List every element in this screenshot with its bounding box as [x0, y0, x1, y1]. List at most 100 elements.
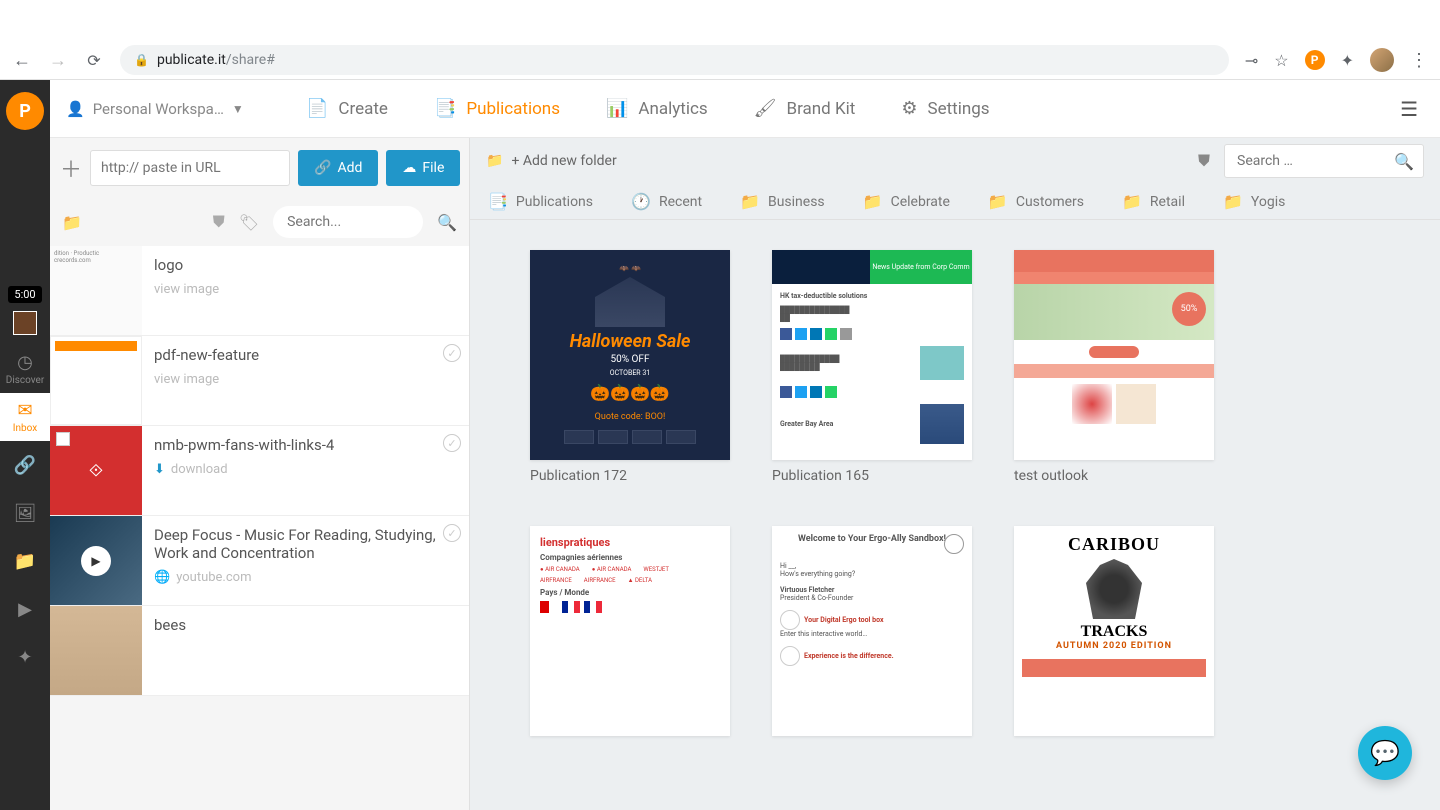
folder-tab-business[interactable]: 📁Business	[740, 192, 825, 211]
search-icon[interactable]: 🔍	[1394, 152, 1414, 171]
folder-tab-yogis[interactable]: 📁Yogis	[1223, 192, 1285, 211]
forward-button[interactable]: →	[48, 50, 68, 70]
list-item[interactable]: ⟐ nmb-pwm-fans-with-links-4 ⬇download ✓	[50, 426, 469, 516]
nav-settings[interactable]: ⚙Settings	[901, 98, 989, 119]
timer-badge: 5:00	[8, 286, 41, 303]
filter-icon[interactable]: ⛊	[213, 212, 225, 232]
publication-card[interactable]: 🦇 🦇 Halloween Sale 50% OFF OCTOBER 31 🎃🎃…	[530, 250, 730, 484]
folder-icon: 📁	[863, 192, 883, 211]
rail-images[interactable]: 🖼	[0, 489, 50, 537]
url-text: publicate.it/share#	[157, 52, 275, 68]
app-logo[interactable]: P	[6, 92, 44, 130]
item-subtitle: ⬇download	[154, 462, 457, 477]
card-thumbnail: CARIBOU TRACKS AUTUMN 2020 EDITION	[1014, 526, 1214, 736]
main-area: ＋ 🔗Add ☁File 📁 ⛊ 🏷 🔍 dition · Producticc…	[50, 138, 1440, 810]
list-item[interactable]: ▶ Deep Focus - Music For Reading, Studyi…	[50, 516, 469, 606]
check-icon[interactable]: ✓	[443, 524, 461, 542]
publication-card[interactable]: Welcome to Your Ergo-Ally Sandbox! Hi __…	[772, 526, 972, 736]
list-item[interactable]: dition · Producticcrecords.com logo view…	[50, 246, 469, 336]
app-topbar: 👤 Personal Workspa… ▼ 📄Create 📑Publicati…	[50, 80, 1440, 138]
profile-avatar[interactable]	[1370, 48, 1394, 72]
publication-card[interactable]: lienspratiques Compagnies aériennes ● AI…	[530, 526, 730, 736]
add-button[interactable]: 🔗Add	[298, 150, 378, 186]
publication-card[interactable]: 50% test outlook	[1014, 250, 1214, 484]
rail-inbox[interactable]: ✉Inbox	[0, 393, 50, 441]
folder-tab-customers[interactable]: 📁Customers	[988, 192, 1084, 211]
bookmark-star-icon[interactable]: ☆	[1274, 51, 1288, 70]
folder-icon[interactable]: 📁	[62, 213, 82, 232]
app-body: P 5:00 ◷Discover ✉Inbox 🔗 🖼 📁 ▶ ✦ ＋ 🔗Add…	[0, 80, 1440, 810]
publication-card[interactable]: CARIBOU TRACKS AUTUMN 2020 EDITION	[1014, 526, 1214, 736]
item-thumbnail	[50, 336, 142, 425]
rail-files[interactable]: 📁	[0, 537, 50, 585]
item-subtitle: 🌐youtube.com	[154, 570, 457, 585]
video-icon: ▶	[18, 599, 32, 620]
chat-bubble-icon: 💬	[1370, 739, 1400, 767]
folder-icon: 📁	[1223, 192, 1243, 211]
workspace-label: Personal Workspa…	[93, 100, 224, 118]
filter-icon[interactable]: ⛊	[1198, 151, 1210, 171]
rail-discover[interactable]: ◷Discover	[0, 345, 50, 393]
reload-button[interactable]: ⟳	[84, 50, 104, 70]
chrome-menu-icon[interactable]: ⋮	[1410, 50, 1428, 71]
extensions-puzzle-icon[interactable]: ✦	[1341, 51, 1354, 70]
inbox-search-input[interactable]	[273, 206, 423, 238]
search-icon[interactable]: 🔍	[437, 213, 457, 232]
workspace-selector[interactable]: 👤 Personal Workspa… ▼	[60, 100, 270, 118]
image-icon: 🖼	[14, 503, 37, 524]
nav-publications[interactable]: 📑Publications	[434, 98, 560, 119]
nav-create[interactable]: 📄Create	[306, 98, 388, 119]
item-title: nmb-pwm-fans-with-links-4	[154, 436, 457, 454]
folder-tab-publications[interactable]: 📑Publications	[488, 192, 593, 211]
list-item[interactable]: pdf-new-feature view image ✓	[50, 336, 469, 426]
lock-icon: 🔒	[134, 53, 149, 67]
item-title: bees	[154, 616, 457, 634]
globe-icon: 🌐	[154, 570, 170, 585]
inbox-panel: ＋ 🔗Add ☁File 📁 ⛊ 🏷 🔍 dition · Producticc…	[50, 138, 470, 810]
extension-icon[interactable]: P	[1305, 50, 1325, 70]
inbox-header: ＋ 🔗Add ☁File	[50, 138, 469, 198]
item-thumbnail: ▶	[50, 516, 142, 605]
card-title: test outlook	[1014, 468, 1214, 484]
lightbulb-icon	[944, 534, 964, 554]
item-title: pdf-new-feature	[154, 346, 457, 364]
timer-color-swatch	[13, 311, 37, 335]
add-folder-button[interactable]: 📁 + Add new folder	[486, 153, 617, 169]
tab-bar	[0, 0, 1440, 40]
nav-brandkit[interactable]: 🖌Brand Kit	[754, 98, 856, 119]
top-nav: 📄Create 📑Publications 📊Analytics 🖌Brand …	[306, 98, 990, 119]
user-icon: 👤	[66, 100, 85, 118]
nav-analytics[interactable]: 📊Analytics	[606, 98, 708, 119]
item-title: logo	[154, 256, 457, 274]
link-icon: 🔗	[314, 160, 331, 176]
rail-links[interactable]: 🔗	[0, 441, 50, 489]
folder-icon: 📁	[486, 153, 503, 169]
card-title: Publication 165	[772, 468, 972, 484]
file-button[interactable]: ☁File	[386, 150, 460, 186]
folder-tab-celebrate[interactable]: 📁Celebrate	[863, 192, 950, 211]
rail-video[interactable]: ▶	[0, 585, 50, 633]
folder-icon: 📁	[988, 192, 1008, 211]
item-title: Deep Focus - Music For Reading, Studying…	[154, 526, 457, 562]
card-thumbnail: Welcome to Your Ergo-Ally Sandbox! Hi __…	[772, 526, 972, 736]
tag-icon[interactable]: 🏷	[239, 213, 259, 232]
chat-fab[interactable]: 💬	[1358, 726, 1412, 780]
card-thumbnail: News Update from Corp Comm HK tax-deduct…	[772, 250, 972, 460]
file-icon: 📁	[14, 551, 36, 572]
hamburger-menu-icon[interactable]: ☰	[1400, 97, 1418, 121]
add-plus-icon[interactable]: ＋	[60, 156, 82, 180]
card-thumbnail: 🦇 🦇 Halloween Sale 50% OFF OCTOBER 31 🎃🎃…	[530, 250, 730, 460]
key-icon[interactable]: ⊸	[1245, 51, 1258, 70]
upload-icon: ☁	[402, 160, 416, 176]
list-item[interactable]: bees	[50, 606, 469, 696]
back-button[interactable]: ←	[12, 50, 32, 70]
check-icon[interactable]: ✓	[443, 344, 461, 362]
publication-card[interactable]: News Update from Corp Comm HK tax-deduct…	[772, 250, 972, 484]
url-bar[interactable]: 🔒 publicate.it/share#	[120, 45, 1229, 75]
paste-url-input[interactable]	[90, 150, 290, 186]
folder-tab-recent[interactable]: 🕐Recent	[631, 192, 702, 211]
folder-tab-retail[interactable]: 📁Retail	[1122, 192, 1185, 211]
rail-more[interactable]: ✦	[0, 633, 50, 681]
check-icon[interactable]: ✓	[443, 434, 461, 452]
clock-icon: 🕐	[631, 192, 651, 211]
